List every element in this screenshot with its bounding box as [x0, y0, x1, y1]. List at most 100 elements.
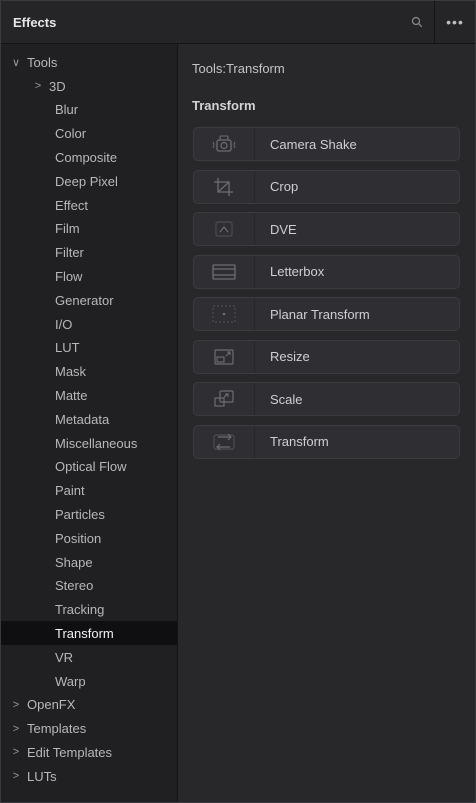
- chevron-right-icon[interactable]: >: [9, 699, 23, 711]
- tool-label: Planar Transform: [270, 306, 370, 322]
- tool-label: DVE: [270, 221, 297, 237]
- tree-item-templates[interactable]: > Templates: [1, 717, 177, 741]
- tree-item-label: Position: [55, 530, 102, 546]
- tree-item-label: Transform: [55, 625, 114, 641]
- panel-header: Effects •••: [1, 1, 475, 44]
- tree-item-label: LUTs: [27, 768, 57, 784]
- tree-item-label: Mask: [55, 364, 87, 380]
- more-options-button[interactable]: •••: [435, 1, 475, 43]
- effects-panel: Effects ••• ∨ Tools >3D Blur Color Composit…: [0, 0, 476, 803]
- search-icon: [411, 16, 423, 28]
- tree-item-label: Film: [55, 221, 80, 237]
- breadcrumb: Tools:Transform: [192, 61, 285, 76]
- tree-item-film[interactable]: Film: [1, 217, 177, 241]
- chevron-right-icon[interactable]: >: [9, 723, 23, 735]
- chevron-right-icon[interactable]: >: [31, 80, 45, 92]
- tool-label: Camera Shake: [270, 136, 357, 152]
- tree-item-metadata[interactable]: Metadata: [1, 407, 177, 431]
- tree-item-label: Color: [55, 126, 87, 142]
- tree-item-tools[interactable]: ∨ Tools: [1, 50, 177, 74]
- tree-item-label: Deep Pixel: [55, 173, 118, 189]
- tree-item-blur[interactable]: Blur: [1, 98, 177, 122]
- tree-item-label: Paint: [55, 483, 85, 499]
- tool-resize-button[interactable]: Resize: [193, 339, 460, 374]
- tool-transform-button[interactable]: Transform: [193, 424, 460, 459]
- tree-item-particles[interactable]: Particles: [1, 502, 177, 526]
- tool-label: Scale: [270, 391, 303, 407]
- tool-label: Transform: [270, 434, 329, 449]
- tool-planar-transform-button[interactable]: Planar Transform: [193, 297, 460, 331]
- tree-item-label: Warp: [55, 673, 86, 689]
- tree-item-label: Shape: [55, 554, 93, 570]
- tree-item-label: VR: [55, 649, 74, 665]
- tree-item-openfx[interactable]: > OpenFX: [1, 693, 177, 717]
- letterbox-icon: [194, 255, 255, 288]
- tree-item-mask[interactable]: Mask: [1, 360, 177, 384]
- chevron-down-icon[interactable]: ∨: [9, 56, 23, 69]
- planar-transform-icon: [194, 298, 255, 330]
- resize-icon: [194, 340, 255, 373]
- tree-item-label: Metadata: [55, 411, 110, 427]
- tree-item-lut[interactable]: LUT: [1, 336, 177, 360]
- tree-item-warp[interactable]: Warp: [1, 669, 177, 693]
- tree-item-label: Filter: [55, 245, 84, 261]
- tree-item-luts[interactable]: > LUTs: [1, 764, 177, 788]
- tree-item-label: Tracking: [55, 602, 105, 618]
- tree-item-label: LUT: [55, 340, 80, 356]
- tree-item-label: Particles: [55, 506, 105, 522]
- tree-item-stereo[interactable]: Stereo: [1, 574, 177, 598]
- tree-item-label: Stereo: [55, 578, 94, 594]
- tree-item-transform[interactable]: Transform: [1, 621, 177, 646]
- tool-dve-button[interactable]: DVE: [193, 212, 460, 246]
- tree-item-label: 3D: [49, 78, 66, 94]
- tree-item-composite[interactable]: Composite: [1, 145, 177, 169]
- tree-item-label: I/O: [55, 316, 73, 332]
- tree-item-effect[interactable]: Effect: [1, 193, 177, 217]
- tree-item-label: Miscellaneous: [55, 435, 138, 451]
- dve-icon: [194, 213, 255, 245]
- tool-label: Letterbox: [270, 264, 325, 279]
- tree-item-optical-flow[interactable]: Optical Flow: [1, 455, 177, 479]
- tool-scale-button[interactable]: Scale: [193, 382, 460, 416]
- tree-item-position[interactable]: Position: [1, 526, 177, 550]
- tree-item-label: OpenFX: [27, 697, 76, 713]
- tool-letterbox-button[interactable]: Letterbox: [193, 254, 460, 289]
- tree-item-edit-templates[interactable]: > Edit Templates: [1, 740, 177, 764]
- scale-icon: [194, 383, 255, 415]
- tree-item-label: Templates: [27, 721, 87, 737]
- tool-label: Resize: [270, 349, 310, 364]
- tool-crop-button[interactable]: Crop: [193, 169, 460, 204]
- tree-item-tracking[interactable]: Tracking: [1, 598, 177, 622]
- tree-item-label: Optical Flow: [55, 459, 127, 475]
- tree-item-3d[interactable]: >3D: [1, 74, 177, 98]
- tree-item-paint[interactable]: Paint: [1, 479, 177, 503]
- tree-item-miscellaneous[interactable]: Miscellaneous: [1, 431, 177, 455]
- chevron-right-icon[interactable]: >: [9, 746, 23, 758]
- tree-item-generator[interactable]: Generator: [1, 288, 177, 312]
- tree-item-color[interactable]: Color: [1, 122, 177, 146]
- tool-label: Crop: [270, 179, 299, 194]
- tools-browser: Tools:Transform Transform Camera Shake Cr…: [178, 44, 475, 802]
- tool-camera-shake-button[interactable]: Camera Shake: [193, 127, 460, 161]
- search-button[interactable]: [400, 1, 435, 43]
- tree-item-label: Generator: [55, 292, 114, 308]
- tree-item-filter[interactable]: Filter: [1, 241, 177, 265]
- crop-icon: [194, 170, 255, 203]
- tree-item-label: Composite: [55, 149, 118, 165]
- tree-item-label: Blur: [55, 102, 79, 118]
- panel-title: Effects: [13, 14, 57, 30]
- tree-item-shape[interactable]: Shape: [1, 550, 177, 574]
- tree-item-label: Flow: [55, 268, 83, 284]
- transform-icon: [194, 425, 255, 458]
- tree-item-label: Edit Templates: [27, 744, 113, 760]
- tree-item-i-o[interactable]: I/O: [1, 312, 177, 336]
- tree-item-label: Effect: [55, 197, 89, 213]
- category-tree: ∨ Tools >3D Blur Color Composite Deep Pixel E…: [1, 44, 178, 802]
- camera-shake-icon: [194, 128, 255, 160]
- tree-item-deep-pixel[interactable]: Deep Pixel: [1, 169, 177, 193]
- chevron-right-icon[interactable]: >: [9, 770, 23, 782]
- tree-item-vr[interactable]: VR: [1, 645, 177, 669]
- tree-item-flow[interactable]: Flow: [1, 264, 177, 288]
- tree-item-matte[interactable]: Matte: [1, 383, 177, 407]
- section-heading: Transform: [192, 98, 256, 113]
